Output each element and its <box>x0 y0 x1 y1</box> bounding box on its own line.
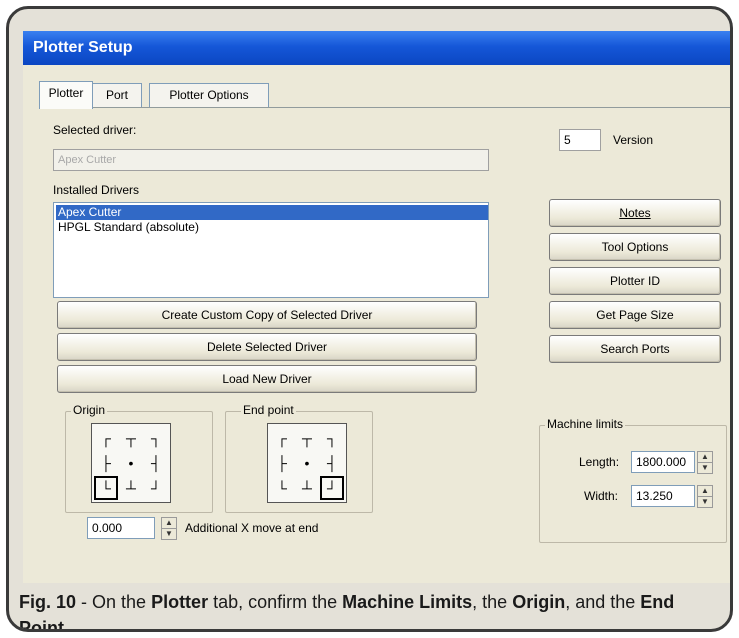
tab-plotter[interactable]: Plotter <box>39 81 93 109</box>
end-point-label: End point <box>241 403 296 417</box>
additional-x-move-input[interactable]: 0.000 <box>87 517 155 539</box>
corner-top-left-icon[interactable]: ┌ <box>94 426 118 450</box>
caption-text: , the <box>472 592 513 612</box>
get-page-size-button[interactable]: Get Page Size <box>549 301 721 329</box>
delete-driver-button[interactable]: Delete Selected Driver <box>57 333 477 361</box>
additional-x-move-label: Additional X move at end <box>185 521 319 535</box>
plotter-id-button[interactable]: Plotter ID <box>549 267 721 295</box>
caption-fig-number: Fig. 10 <box>19 592 77 612</box>
corner-bottom-right-selected-icon[interactable]: ┘ <box>320 476 344 500</box>
center-dot-icon[interactable]: • <box>295 451 319 475</box>
list-item[interactable]: Apex Cutter <box>56 205 488 220</box>
caption-text: . <box>64 618 70 632</box>
corner-top-left-icon[interactable]: ┌ <box>270 426 294 450</box>
spin-down-icon[interactable]: ▼ <box>697 496 713 508</box>
origin-grid: ┌ ┬ ┐ ├ • ┤ └ ┴ ┘ <box>91 423 171 503</box>
edge-top-icon[interactable]: ┬ <box>119 426 143 450</box>
spin-down-icon[interactable]: ▼ <box>161 528 177 540</box>
caption-bold: Plotter <box>151 592 209 612</box>
version-field: 5 <box>559 129 601 151</box>
corner-bottom-right-icon[interactable]: ┘ <box>144 476 168 500</box>
version-label: Version <box>613 133 654 147</box>
edge-left-icon[interactable]: ├ <box>94 451 118 475</box>
installed-drivers-label: Installed Drivers <box>53 183 140 197</box>
create-custom-copy-button[interactable]: Create Custom Copy of Selected Driver <box>57 301 477 329</box>
length-input[interactable]: 1800.000 <box>631 451 695 473</box>
edge-bottom-icon[interactable]: ┴ <box>119 476 143 500</box>
caption-text: - On the <box>76 592 152 612</box>
corner-bottom-left-selected-icon[interactable]: └ <box>94 476 118 500</box>
edge-bottom-icon[interactable]: ┴ <box>295 476 319 500</box>
edge-left-icon[interactable]: ├ <box>270 451 294 475</box>
selected-driver-field: Apex Cutter <box>53 149 489 171</box>
tab-plotter-options[interactable]: Plotter Options <box>149 83 269 108</box>
installed-drivers-list[interactable]: Apex Cutter HPGL Standard (absolute) <box>53 202 489 298</box>
machine-limits-label: Machine limits <box>545 417 626 431</box>
caption-bold: Machine Limits <box>342 592 473 612</box>
edge-right-icon[interactable]: ┤ <box>320 451 344 475</box>
tool-options-button[interactable]: Tool Options <box>549 233 721 261</box>
edge-right-icon[interactable]: ┤ <box>144 451 168 475</box>
load-new-driver-button[interactable]: Load New Driver <box>57 365 477 393</box>
notes-label: Notes <box>619 206 651 220</box>
corner-top-right-icon[interactable]: ┐ <box>144 426 168 450</box>
edge-top-icon[interactable]: ┬ <box>295 426 319 450</box>
caption-text: , and the <box>565 592 641 612</box>
length-label: Length: <box>579 455 620 469</box>
title-bar[interactable]: Plotter Setup <box>23 31 730 65</box>
spin-down-icon[interactable]: ▼ <box>697 462 713 474</box>
center-dot-icon[interactable]: • <box>119 451 143 475</box>
width-input[interactable]: 13.250 <box>631 485 695 507</box>
end-point-grid: ┌ ┬ ┐ ├ • ┤ └ ┴ ┘ <box>267 423 347 503</box>
width-label: Width: <box>584 489 619 503</box>
origin-label: Origin <box>71 403 108 417</box>
corner-bottom-left-icon[interactable]: └ <box>270 476 294 500</box>
corner-top-right-icon[interactable]: ┐ <box>320 426 344 450</box>
caption-bold: Origin <box>512 592 566 612</box>
notes-button[interactable]: Notes <box>549 199 721 227</box>
figure-caption: Fig. 10 - On the Plotter tab, confirm th… <box>19 589 719 632</box>
figure-frame: Plotter Setup Plotter Port Plotter Optio… <box>6 6 733 632</box>
caption-text: tab, confirm the <box>208 592 343 612</box>
machine-limits-group <box>539 425 727 543</box>
selected-driver-label: Selected driver: <box>53 123 137 137</box>
search-ports-button[interactable]: Search Ports <box>549 335 721 363</box>
tab-port[interactable]: Port <box>92 83 142 108</box>
window-title: Plotter Setup <box>33 39 133 56</box>
list-item[interactable]: HPGL Standard (absolute) <box>56 220 488 235</box>
